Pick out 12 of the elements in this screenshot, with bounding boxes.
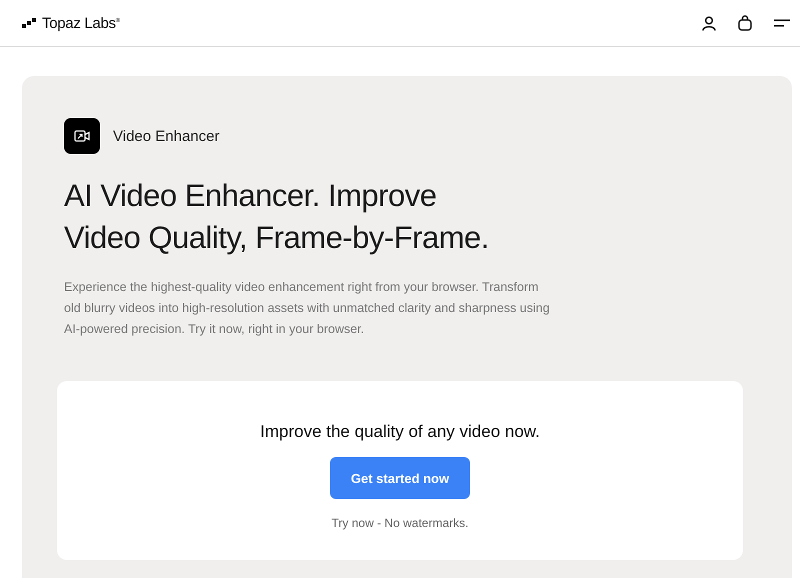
menu-icon[interactable] (774, 18, 790, 28)
product-name: Video Enhancer (113, 128, 220, 144)
hero-title: AI Video Enhancer. Improve Video Quality, Frame-by-Frame. (64, 177, 490, 257)
logo-icon (22, 18, 36, 28)
cta-heading: Improve the quality of any video now. (260, 422, 540, 442)
get-started-button[interactable]: Get started now (330, 457, 470, 499)
video-camera-icon (64, 118, 100, 154)
brand-name[interactable]: Topaz Labs$^{®}$ (42, 14, 120, 32)
bag-icon[interactable] (738, 15, 752, 31)
cta-note: Try now - No watermarks. (332, 516, 468, 530)
user-icon[interactable] (702, 16, 716, 30)
hero-description: Experience the highest-quality video enhancement right from your browser. Transform old blurry videos into high-resolution assets with unmatched clarity and sharpness using AI-powered precision. Try it now, right in your browser. (64, 279, 551, 338)
